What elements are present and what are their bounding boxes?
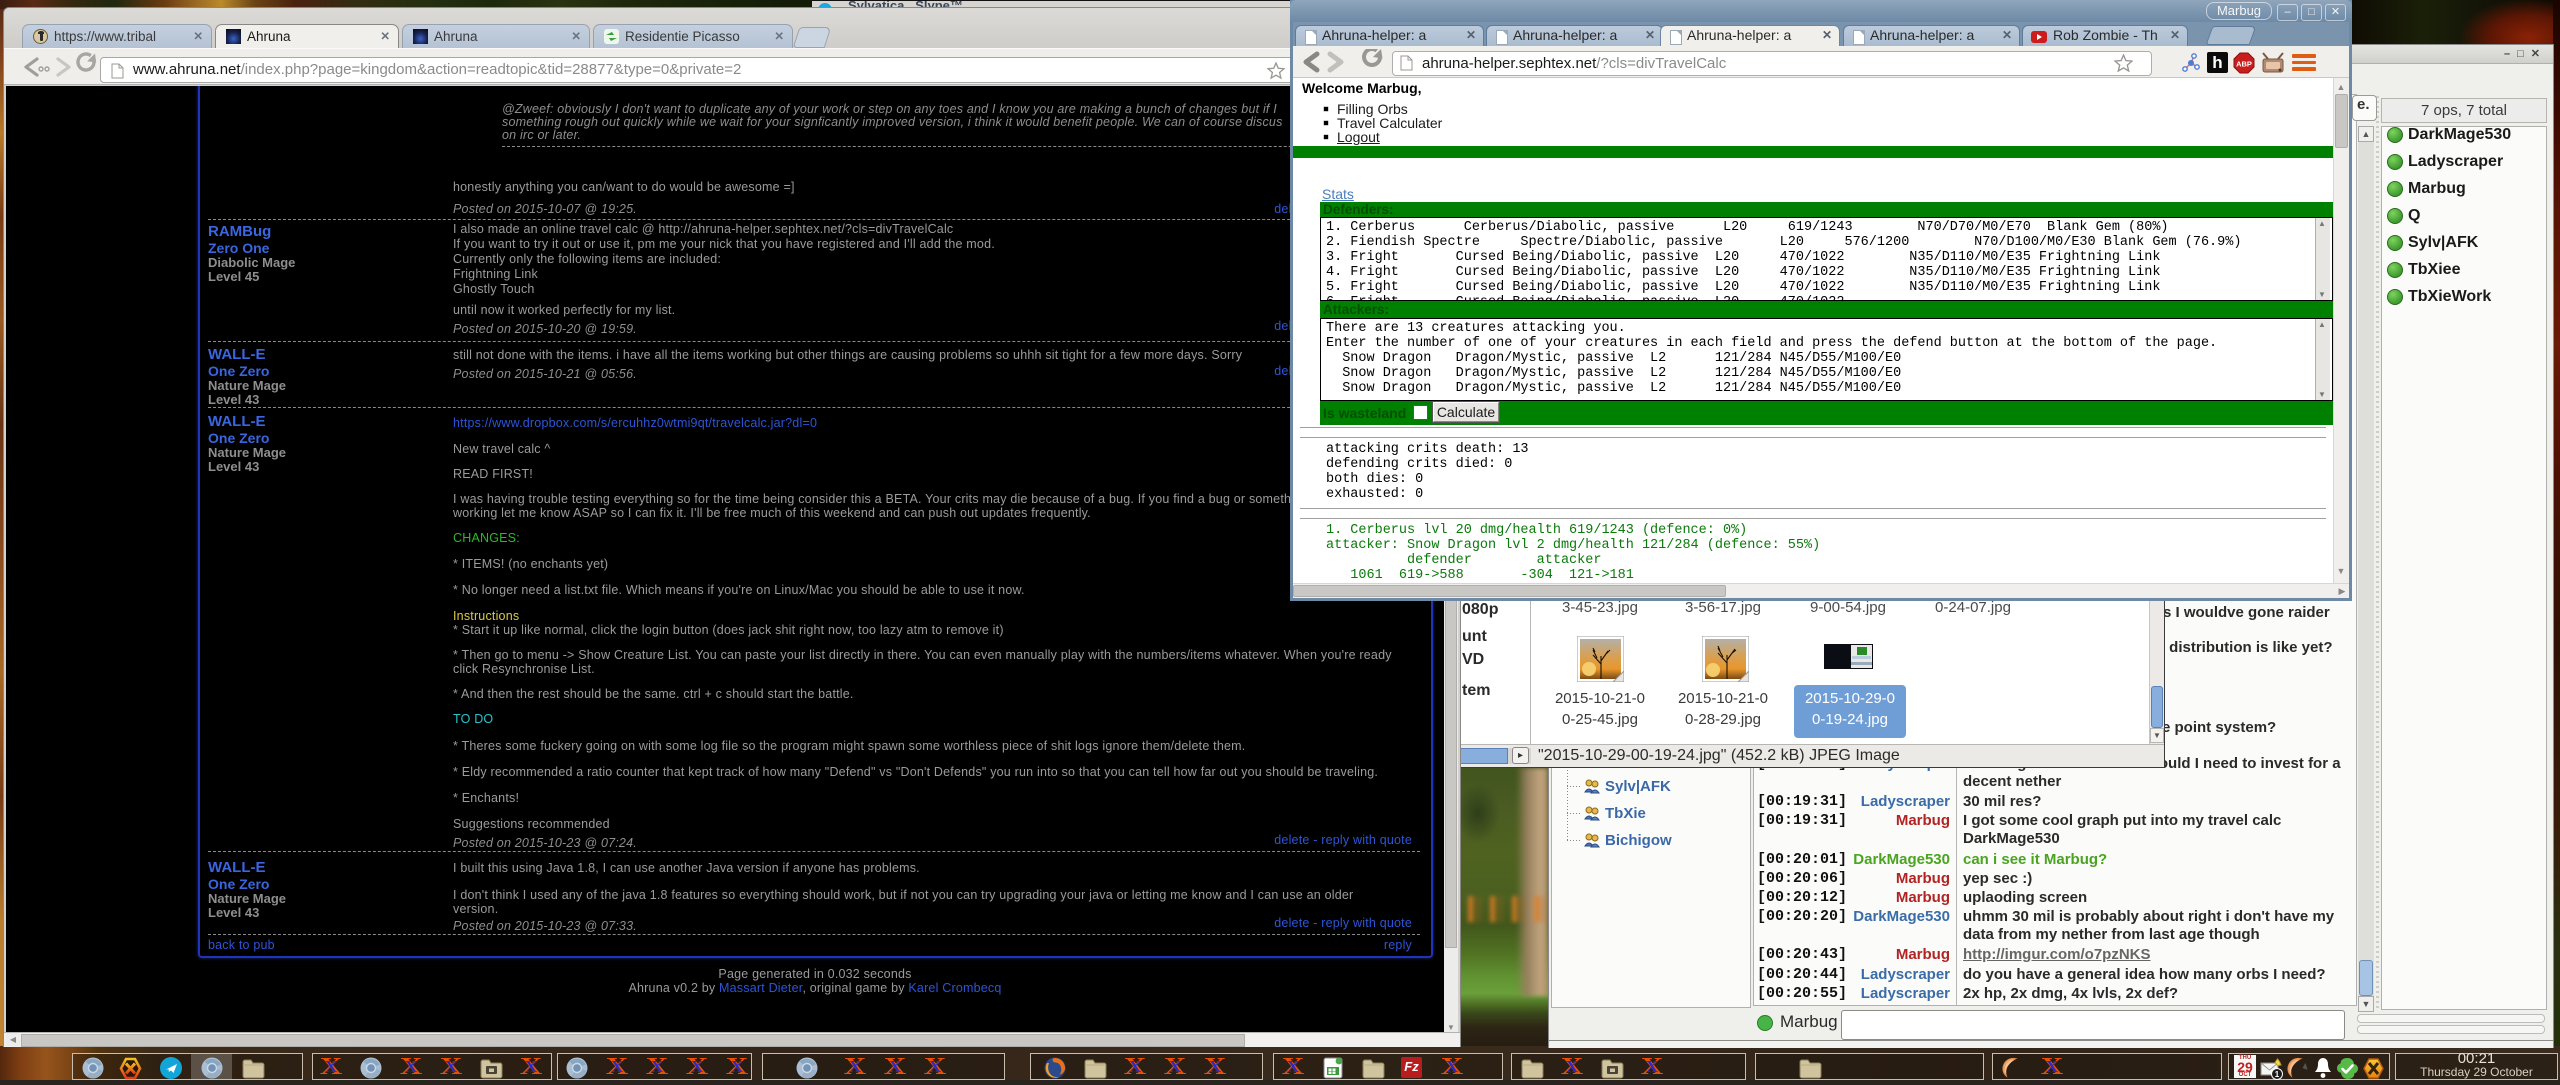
svg-text:1: 1 xyxy=(2275,1070,2280,1079)
svg-text:ABP: ABP xyxy=(2236,60,2252,69)
